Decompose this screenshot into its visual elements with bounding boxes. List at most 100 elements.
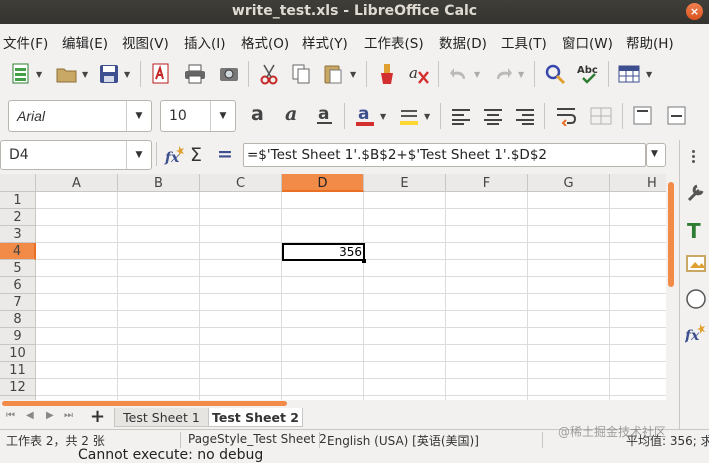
column-header-e[interactable]: E [364, 174, 446, 192]
horizontal-scroll-thumb[interactable] [2, 401, 287, 406]
menu-file[interactable]: 文件(F) [3, 32, 48, 52]
vertical-scrollbar[interactable] [666, 174, 678, 400]
column-header-f[interactable]: F [446, 174, 528, 192]
tab-test-sheet-1[interactable]: Test Sheet 1 [114, 408, 209, 427]
open-folder-icon[interactable] [54, 61, 80, 87]
row-header-9[interactable]: 9 [0, 328, 36, 345]
chevron-down-icon[interactable]: ▼ [350, 70, 356, 79]
row-header-10[interactable]: 10 [0, 345, 36, 362]
row-header-5[interactable]: 5 [0, 260, 36, 277]
chevron-down-icon[interactable]: ▼ [124, 70, 130, 79]
menu-format[interactable]: 格式(O) [241, 32, 289, 52]
menu-data[interactable]: 数据(D) [439, 32, 487, 52]
row-header-4[interactable]: 4 [0, 243, 36, 260]
italic-icon[interactable]: a [280, 103, 306, 129]
undo-icon[interactable] [446, 61, 472, 87]
clear-formatting-icon[interactable]: a [406, 61, 432, 87]
row-header-2[interactable]: 2 [0, 209, 36, 226]
chevron-down-icon[interactable]: ▼ [126, 141, 151, 169]
status-page-style[interactable]: PageStyle_Test Sheet 2 [188, 432, 327, 446]
new-spreadsheet-icon[interactable] [8, 61, 34, 87]
column-header-a[interactable]: A [36, 174, 118, 192]
last-sheet-icon[interactable]: ⏭ [64, 410, 73, 421]
redo-icon[interactable] [490, 61, 516, 87]
chevron-down-icon[interactable]: ▼ [518, 70, 524, 79]
print-icon[interactable] [182, 61, 208, 87]
column-header-g[interactable]: G [528, 174, 610, 192]
chevron-down-icon[interactable]: ▼ [36, 70, 42, 79]
menu-styles[interactable]: 样式(Y) [302, 32, 348, 52]
column-header-d[interactable]: D [282, 174, 364, 192]
menu-insert[interactable]: 插入(I) [184, 32, 226, 52]
tab-test-sheet-2[interactable]: Test Sheet 2 [208, 408, 303, 427]
previous-sheet-icon[interactable]: ◀ [26, 410, 34, 421]
chevron-down-icon[interactable]: ▼ [424, 112, 430, 121]
font-name-combo[interactable]: Arial ▼ [8, 100, 152, 132]
function-wizard-icon[interactable]: fx [162, 142, 188, 168]
font-color-icon[interactable]: a [352, 103, 378, 129]
expand-formula-button[interactable]: ▼ [646, 143, 666, 167]
menu-sheet[interactable]: 工作表(S) [364, 32, 424, 52]
menu-window[interactable]: 窗口(W) [562, 32, 613, 52]
name-box[interactable]: D4 ▼ [0, 140, 152, 170]
align-center-icon[interactable] [480, 103, 506, 129]
menu-edit[interactable]: 编辑(E) [62, 32, 108, 52]
align-middle-icon[interactable] [664, 103, 690, 129]
font-size-combo[interactable]: 10 ▼ [160, 100, 236, 132]
properties-icon[interactable] [683, 180, 709, 206]
close-window-button[interactable]: × [686, 3, 703, 20]
wrap-text-icon[interactable] [554, 103, 580, 129]
export-pdf-icon[interactable] [148, 61, 174, 87]
save-icon[interactable] [96, 61, 122, 87]
navigator-icon[interactable] [683, 286, 709, 312]
autofill-handle[interactable] [362, 259, 366, 263]
merge-cells-icon[interactable] [588, 103, 614, 129]
chevron-down-icon[interactable]: ▼ [474, 70, 480, 79]
align-top-icon[interactable] [630, 103, 656, 129]
row-header-8[interactable]: 8 [0, 311, 36, 328]
bold-icon[interactable]: a [246, 103, 272, 129]
column-header-h[interactable]: H [610, 174, 666, 192]
menu-tools[interactable]: 工具(T) [501, 32, 547, 52]
row-header-6[interactable]: 6 [0, 277, 36, 294]
vertical-scroll-thumb[interactable] [668, 182, 674, 287]
chevron-down-icon[interactable]: ▼ [210, 101, 235, 131]
chevron-down-icon[interactable]: ▼ [126, 101, 151, 131]
find-replace-icon[interactable] [542, 61, 568, 87]
clone-formatting-icon[interactable] [374, 61, 400, 87]
chevron-down-icon[interactable]: ▼ [646, 70, 652, 79]
cut-icon[interactable] [256, 61, 282, 87]
formula-input[interactable]: =$'Test Sheet 1'.$B$2+$'Test Sheet 1'.$D… [243, 143, 646, 167]
first-sheet-icon[interactable]: ⏮ [6, 410, 15, 421]
chevron-down-icon[interactable]: ▼ [82, 70, 88, 79]
select-all-corner[interactable] [0, 174, 36, 192]
row-icon[interactable] [616, 61, 642, 87]
align-left-icon[interactable] [448, 103, 474, 129]
status-language[interactable]: English (USA) [英语(美国)] [327, 432, 479, 449]
functions-icon[interactable]: fx [683, 320, 709, 346]
copy-icon[interactable] [288, 61, 314, 87]
menu-view[interactable]: 视图(V) [122, 32, 169, 52]
menu-help[interactable]: 帮助(H) [626, 32, 674, 52]
row-header-3[interactable]: 3 [0, 226, 36, 243]
spreadsheet-grid[interactable]: A B C D E F G H 1 2 3 4 5 6 7 8 9 10 11 … [0, 174, 666, 400]
align-right-icon[interactable] [512, 103, 538, 129]
next-sheet-icon[interactable]: ▶ [46, 410, 54, 421]
add-sheet-icon[interactable]: + [90, 406, 105, 427]
chevron-down-icon[interactable]: ▼ [380, 112, 386, 121]
print-preview-icon[interactable] [216, 61, 242, 87]
row-header-7[interactable]: 7 [0, 294, 36, 311]
row-header-12[interactable]: 12 [0, 379, 36, 396]
sidebar-menu-icon[interactable] [692, 150, 695, 153]
formula-equals-icon[interactable]: = [217, 143, 233, 165]
spelling-icon[interactable]: Abc [576, 61, 602, 87]
column-header-c[interactable]: C [200, 174, 282, 192]
gallery-icon[interactable] [683, 250, 709, 276]
row-header-11[interactable]: 11 [0, 362, 36, 379]
sum-icon[interactable]: Σ [190, 144, 202, 166]
highlight-color-icon[interactable] [396, 103, 422, 129]
column-header-b[interactable]: B [118, 174, 200, 192]
paste-icon[interactable] [320, 61, 346, 87]
row-header-1[interactable]: 1 [0, 192, 36, 209]
underline-icon[interactable]: a [312, 103, 338, 129]
